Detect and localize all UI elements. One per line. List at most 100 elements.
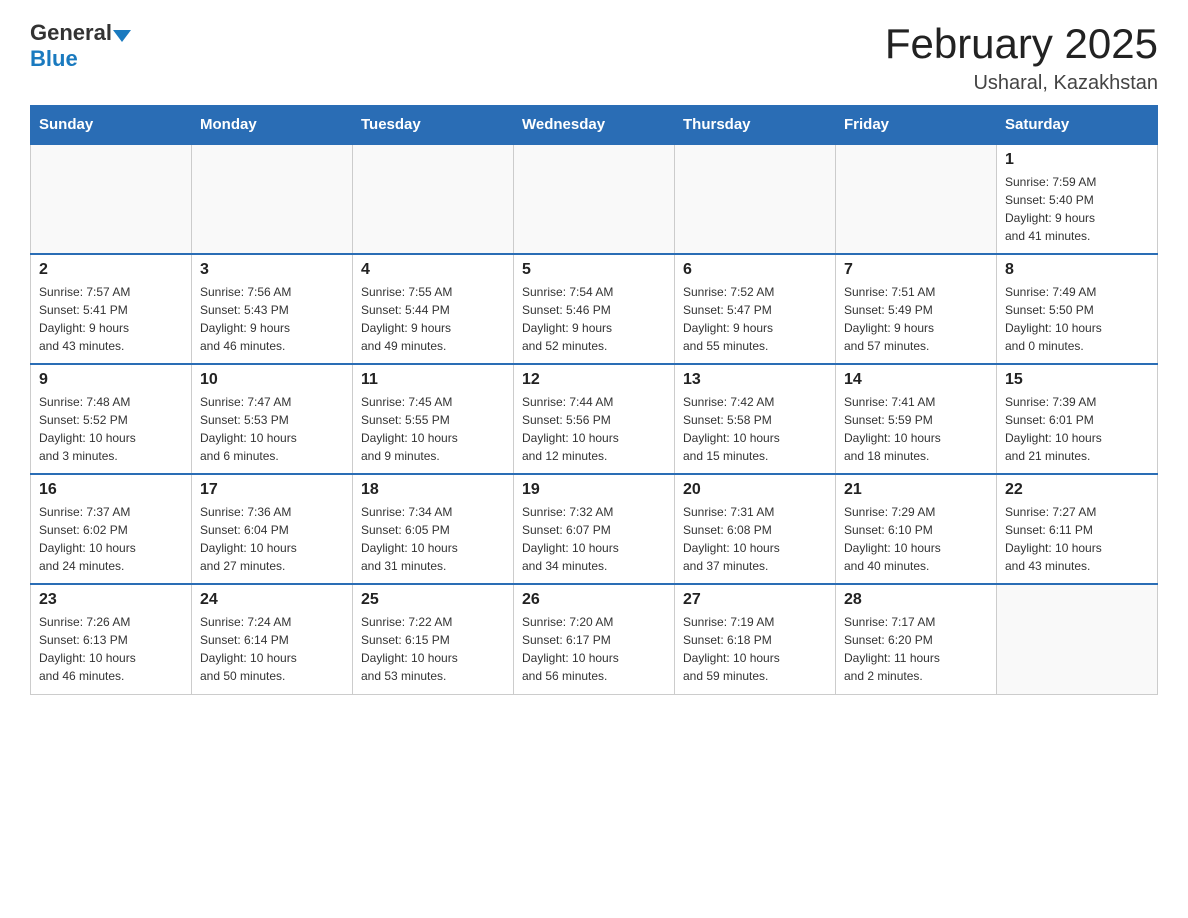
- calendar-cell: 22 Sunrise: 7:27 AM Sunset: 6:11 PM Dayli…: [997, 474, 1158, 584]
- calendar-header-thursday: Thursday: [675, 106, 836, 145]
- day-number: 17: [200, 481, 344, 499]
- calendar-cell: 24Sunrise: 7:24 AM Sunset: 6:14 PM Dayli…: [192, 584, 353, 694]
- day-number: 1: [1005, 151, 1149, 169]
- calendar-cell: 14 Sunrise: 7:41 AM Sunset: 5:59 PM Dayli…: [836, 364, 997, 474]
- day-info: Sunrise: 7:59 AM Sunset: 5:40 PM Dayligh…: [1005, 173, 1149, 245]
- day-number: 4: [361, 261, 505, 279]
- day-number: 28: [844, 591, 988, 609]
- calendar-cell: 10 Sunrise: 7:47 AM Sunset: 5:53 PM Dayli…: [192, 364, 353, 474]
- calendar-cell: 4 Sunrise: 7:55 AM Sunset: 5:44 PM Daylig…: [353, 254, 514, 364]
- logo: General Blue: [30, 20, 131, 72]
- calendar-cell: 13 Sunrise: 7:42 AM Sunset: 5:58 PM Dayli…: [675, 364, 836, 474]
- day-info: Sunrise: 7:55 AM Sunset: 5:44 PM Dayligh…: [361, 283, 505, 355]
- day-number: 8: [1005, 261, 1149, 279]
- day-number: 26: [522, 591, 666, 609]
- day-info: Sunrise: 7:54 AM Sunset: 5:46 PM Dayligh…: [522, 283, 666, 355]
- calendar-cell: 17 Sunrise: 7:36 AM Sunset: 6:04 PM Dayli…: [192, 474, 353, 584]
- title-area: February 2025 Usharal, Kazakhstan: [885, 20, 1158, 95]
- calendar-cell: 15 Sunrise: 7:39 AM Sunset: 6:01 PM Dayli…: [997, 364, 1158, 474]
- page-header: General Blue February 2025 Usharal, Kaza…: [30, 20, 1158, 95]
- calendar-cell: [997, 584, 1158, 694]
- calendar-cell: 27 Sunrise: 7:19 AM Sunset: 6:18 PM Dayli…: [675, 584, 836, 694]
- day-info: Sunrise: 7:49 AM Sunset: 5:50 PM Dayligh…: [1005, 283, 1149, 355]
- day-info: Sunrise: 7:32 AM Sunset: 6:07 PM Dayligh…: [522, 503, 666, 575]
- logo-arrow-icon: [113, 30, 131, 42]
- day-number: 11: [361, 371, 505, 389]
- calendar-header-friday: Friday: [836, 106, 997, 145]
- calendar-cell: 16Sunrise: 7:37 AM Sunset: 6:02 PM Dayli…: [31, 474, 192, 584]
- calendar-cell: 12 Sunrise: 7:44 AM Sunset: 5:56 PM Dayli…: [514, 364, 675, 474]
- day-info: Sunrise: 7:19 AM Sunset: 6:18 PM Dayligh…: [683, 613, 827, 685]
- day-info: Sunrise: 7:22 AM Sunset: 6:15 PM Dayligh…: [361, 613, 505, 685]
- day-number: 20: [683, 481, 827, 499]
- calendar-header-tuesday: Tuesday: [353, 106, 514, 145]
- calendar-cell: 21 Sunrise: 7:29 AM Sunset: 6:10 PM Dayli…: [836, 474, 997, 584]
- day-number: 10: [200, 371, 344, 389]
- day-number: 13: [683, 371, 827, 389]
- day-number: 19: [522, 481, 666, 499]
- day-info: Sunrise: 7:45 AM Sunset: 5:55 PM Dayligh…: [361, 393, 505, 465]
- calendar-week-row: 16Sunrise: 7:37 AM Sunset: 6:02 PM Dayli…: [31, 474, 1158, 584]
- day-info: Sunrise: 7:41 AM Sunset: 5:59 PM Dayligh…: [844, 393, 988, 465]
- day-info: Sunrise: 7:36 AM Sunset: 6:04 PM Dayligh…: [200, 503, 344, 575]
- day-number: 9: [39, 371, 183, 389]
- day-info: Sunrise: 7:20 AM Sunset: 6:17 PM Dayligh…: [522, 613, 666, 685]
- calendar-cell: [353, 144, 514, 254]
- calendar-week-row: 1 Sunrise: 7:59 AM Sunset: 5:40 PM Daylig…: [31, 144, 1158, 254]
- day-info: Sunrise: 7:57 AM Sunset: 5:41 PM Dayligh…: [39, 283, 183, 355]
- logo-blue-text: Blue: [30, 46, 78, 71]
- calendar-cell: [514, 144, 675, 254]
- location: Usharal, Kazakhstan: [885, 72, 1158, 95]
- calendar-week-row: 9 Sunrise: 7:48 AM Sunset: 5:52 PM Daylig…: [31, 364, 1158, 474]
- calendar-cell: 23 Sunrise: 7:26 AM Sunset: 6:13 PM Dayli…: [31, 584, 192, 694]
- day-info: Sunrise: 7:17 AM Sunset: 6:20 PM Dayligh…: [844, 613, 988, 685]
- day-number: 3: [200, 261, 344, 279]
- day-info: Sunrise: 7:42 AM Sunset: 5:58 PM Dayligh…: [683, 393, 827, 465]
- day-number: 5: [522, 261, 666, 279]
- day-info: Sunrise: 7:47 AM Sunset: 5:53 PM Dayligh…: [200, 393, 344, 465]
- day-info: Sunrise: 7:24 AM Sunset: 6:14 PM Dayligh…: [200, 613, 344, 685]
- calendar-cell: 3 Sunrise: 7:56 AM Sunset: 5:43 PM Daylig…: [192, 254, 353, 364]
- calendar-cell: 5 Sunrise: 7:54 AM Sunset: 5:46 PM Daylig…: [514, 254, 675, 364]
- calendar-cell: 18Sunrise: 7:34 AM Sunset: 6:05 PM Dayli…: [353, 474, 514, 584]
- calendar-cell: [675, 144, 836, 254]
- calendar-cell: 2 Sunrise: 7:57 AM Sunset: 5:41 PM Daylig…: [31, 254, 192, 364]
- day-number: 16: [39, 481, 183, 499]
- calendar-cell: 26 Sunrise: 7:20 AM Sunset: 6:17 PM Dayli…: [514, 584, 675, 694]
- day-number: 25: [361, 591, 505, 609]
- calendar-header-wednesday: Wednesday: [514, 106, 675, 145]
- calendar-cell: 7Sunrise: 7:51 AM Sunset: 5:49 PM Daylig…: [836, 254, 997, 364]
- calendar-cell: 1 Sunrise: 7:59 AM Sunset: 5:40 PM Daylig…: [997, 144, 1158, 254]
- day-info: Sunrise: 7:56 AM Sunset: 5:43 PM Dayligh…: [200, 283, 344, 355]
- day-info: Sunrise: 7:44 AM Sunset: 5:56 PM Dayligh…: [522, 393, 666, 465]
- calendar-cell: [836, 144, 997, 254]
- day-number: 2: [39, 261, 183, 279]
- calendar-cell: 6 Sunrise: 7:52 AM Sunset: 5:47 PM Daylig…: [675, 254, 836, 364]
- calendar-cell: 19 Sunrise: 7:32 AM Sunset: 6:07 PM Dayli…: [514, 474, 675, 584]
- day-info: Sunrise: 7:51 AM Sunset: 5:49 PM Dayligh…: [844, 283, 988, 355]
- day-number: 21: [844, 481, 988, 499]
- day-info: Sunrise: 7:48 AM Sunset: 5:52 PM Dayligh…: [39, 393, 183, 465]
- day-number: 14: [844, 371, 988, 389]
- calendar-cell: [31, 144, 192, 254]
- day-info: Sunrise: 7:29 AM Sunset: 6:10 PM Dayligh…: [844, 503, 988, 575]
- calendar-header-monday: Monday: [192, 106, 353, 145]
- day-number: 15: [1005, 371, 1149, 389]
- day-info: Sunrise: 7:39 AM Sunset: 6:01 PM Dayligh…: [1005, 393, 1149, 465]
- month-title: February 2025: [885, 20, 1158, 68]
- calendar-week-row: 23 Sunrise: 7:26 AM Sunset: 6:13 PM Dayli…: [31, 584, 1158, 694]
- day-info: Sunrise: 7:27 AM Sunset: 6:11 PM Dayligh…: [1005, 503, 1149, 575]
- day-number: 27: [683, 591, 827, 609]
- day-number: 22: [1005, 481, 1149, 499]
- calendar-header-sunday: Sunday: [31, 106, 192, 145]
- calendar-header-row: SundayMondayTuesdayWednesdayThursdayFrid…: [31, 106, 1158, 145]
- calendar-cell: 11 Sunrise: 7:45 AM Sunset: 5:55 PM Dayli…: [353, 364, 514, 474]
- day-info: Sunrise: 7:31 AM Sunset: 6:08 PM Dayligh…: [683, 503, 827, 575]
- day-info: Sunrise: 7:52 AM Sunset: 5:47 PM Dayligh…: [683, 283, 827, 355]
- calendar-cell: 9 Sunrise: 7:48 AM Sunset: 5:52 PM Daylig…: [31, 364, 192, 474]
- calendar-table: SundayMondayTuesdayWednesdayThursdayFrid…: [30, 105, 1158, 695]
- day-number: 12: [522, 371, 666, 389]
- day-number: 23: [39, 591, 183, 609]
- day-info: Sunrise: 7:26 AM Sunset: 6:13 PM Dayligh…: [39, 613, 183, 685]
- day-number: 6: [683, 261, 827, 279]
